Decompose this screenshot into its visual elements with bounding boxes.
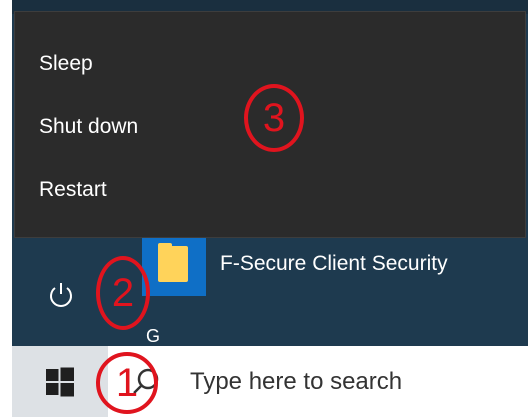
search-placeholder[interactable]: Type here to search bbox=[190, 368, 402, 396]
sleep-option[interactable]: Sleep bbox=[15, 36, 525, 92]
start-button[interactable] bbox=[12, 346, 108, 417]
power-options-flyout: Sleep Shut down Restart bbox=[14, 11, 526, 238]
app-tile-icon[interactable] bbox=[142, 236, 206, 296]
restart-option[interactable]: Restart bbox=[15, 162, 525, 218]
folder-icon bbox=[158, 243, 188, 282]
app-label-f-secure[interactable]: F-Secure Client Security bbox=[220, 252, 448, 276]
power-icon bbox=[50, 283, 72, 307]
windows-logo-icon bbox=[46, 367, 74, 396]
search-icon bbox=[133, 368, 159, 394]
shut-down-option[interactable]: Shut down bbox=[15, 99, 525, 155]
power-button[interactable] bbox=[36, 270, 86, 320]
screenshot-stage: F-Secure Client Security G Sleep Shut do… bbox=[0, 0, 532, 417]
partial-app-letter: G bbox=[146, 326, 161, 346]
